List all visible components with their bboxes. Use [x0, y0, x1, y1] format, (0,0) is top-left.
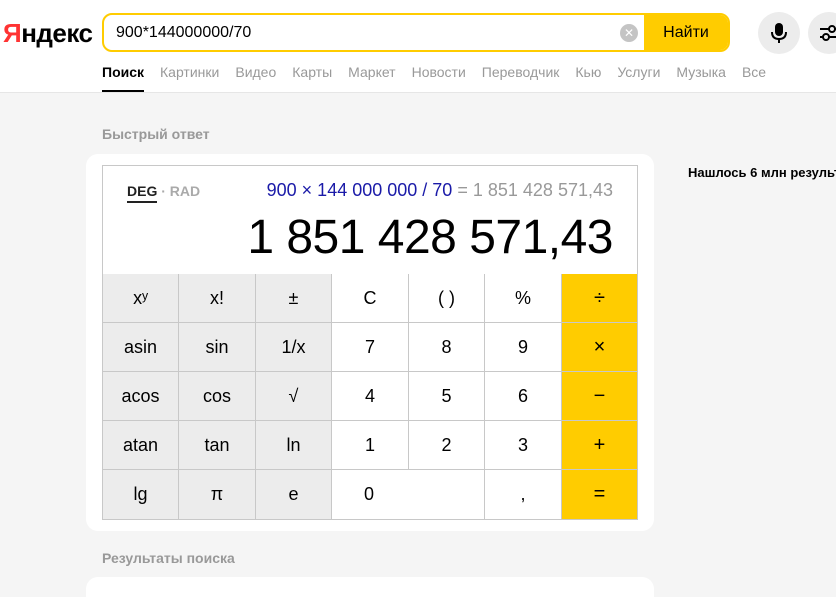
key-factorial[interactable]: x!: [179, 274, 256, 323]
key-6[interactable]: 6: [485, 372, 562, 421]
key-sin[interactable]: sin: [179, 323, 256, 372]
key-5[interactable]: 5: [409, 372, 485, 421]
filters-button[interactable]: [808, 12, 836, 54]
results-count: Нашлось 6 млн результатов: [688, 165, 836, 180]
key-acos[interactable]: acos: [103, 372, 179, 421]
key-power[interactable]: xʸ: [103, 274, 179, 323]
tab-services[interactable]: Услуги: [617, 64, 660, 92]
header: Яндекс ✕ Найти Поиск Картинки Видео Карт…: [0, 0, 836, 93]
calculator-expression: 900 × 144 000 000 / 70 = 1 851 428 571,4…: [267, 180, 613, 201]
filters-icon: [820, 25, 836, 41]
key-8[interactable]: 8: [409, 323, 485, 372]
key-plus-minus[interactable]: ±: [256, 274, 332, 323]
key-plus[interactable]: +: [562, 421, 637, 470]
tab-video[interactable]: Видео: [235, 64, 276, 92]
key-ln[interactable]: ln: [256, 421, 332, 470]
key-9[interactable]: 9: [485, 323, 562, 372]
key-e[interactable]: e: [256, 470, 332, 519]
tab-all[interactable]: Все: [742, 64, 766, 92]
mode-rad[interactable]: RAD: [170, 183, 200, 199]
search-tabs: Поиск Картинки Видео Карты Маркет Новост…: [102, 64, 782, 92]
key-divide[interactable]: ÷: [562, 274, 637, 323]
key-cos[interactable]: cos: [179, 372, 256, 421]
key-minus[interactable]: −: [562, 372, 637, 421]
key-0[interactable]: 0: [332, 470, 485, 519]
calculator-keypad: xʸ x! ± C ( ) % ÷ asin sin 1/x 7 8 9 × a…: [103, 274, 637, 519]
key-clear[interactable]: C: [332, 274, 409, 323]
key-pi[interactable]: π: [179, 470, 256, 519]
tab-search[interactable]: Поиск: [102, 64, 145, 92]
tab-market[interactable]: Маркет: [348, 64, 395, 92]
tab-translator[interactable]: Переводчик: [482, 64, 560, 92]
key-parentheses[interactable]: ( ): [409, 274, 485, 323]
key-reciprocal[interactable]: 1/x: [256, 323, 332, 372]
angle-mode-switch: DEG · RAD: [127, 183, 200, 203]
key-multiply[interactable]: ×: [562, 323, 637, 372]
mode-deg[interactable]: DEG: [127, 183, 158, 203]
yandex-logo[interactable]: Яндекс: [3, 18, 93, 49]
expression-equals: =: [457, 180, 468, 200]
find-button[interactable]: Найти: [644, 15, 728, 50]
tab-music[interactable]: Музыка: [676, 64, 726, 92]
key-7[interactable]: 7: [332, 323, 409, 372]
results-card: [86, 577, 654, 597]
key-sqrt[interactable]: √: [256, 372, 332, 421]
key-atan[interactable]: atan: [103, 421, 179, 470]
microphone-icon: [771, 23, 787, 43]
key-tan[interactable]: tan: [179, 421, 256, 470]
search-input[interactable]: [116, 15, 606, 50]
tab-q[interactable]: Кью: [575, 64, 601, 92]
clear-icon[interactable]: ✕: [620, 24, 638, 42]
calculator: DEG · RAD 900 × 144 000 000 / 70 = 1 851…: [102, 165, 638, 520]
key-1[interactable]: 1: [332, 421, 409, 470]
key-equals[interactable]: =: [562, 470, 637, 519]
calculator-result: 1 851 428 571,43: [247, 211, 613, 264]
key-lg[interactable]: lg: [103, 470, 179, 519]
microphone-button[interactable]: [758, 12, 800, 54]
tab-news[interactable]: Новости: [412, 64, 466, 92]
tab-maps[interactable]: Карты: [292, 64, 332, 92]
key-2[interactable]: 2: [409, 421, 485, 470]
key-comma[interactable]: ,: [485, 470, 562, 519]
search-results-label: Результаты поиска: [102, 550, 235, 566]
quick-answer-label: Быстрый ответ: [102, 126, 210, 142]
key-percent[interactable]: %: [485, 274, 562, 323]
mode-separator: ·: [161, 183, 166, 199]
key-asin[interactable]: asin: [103, 323, 179, 372]
expression-result: 1 851 428 571,43: [472, 180, 613, 200]
expression-text: 900 × 144 000 000 / 70: [266, 180, 453, 200]
tab-images[interactable]: Картинки: [160, 64, 219, 92]
search-box: ✕ Найти: [102, 13, 730, 52]
key-3[interactable]: 3: [485, 421, 562, 470]
key-4[interactable]: 4: [332, 372, 409, 421]
